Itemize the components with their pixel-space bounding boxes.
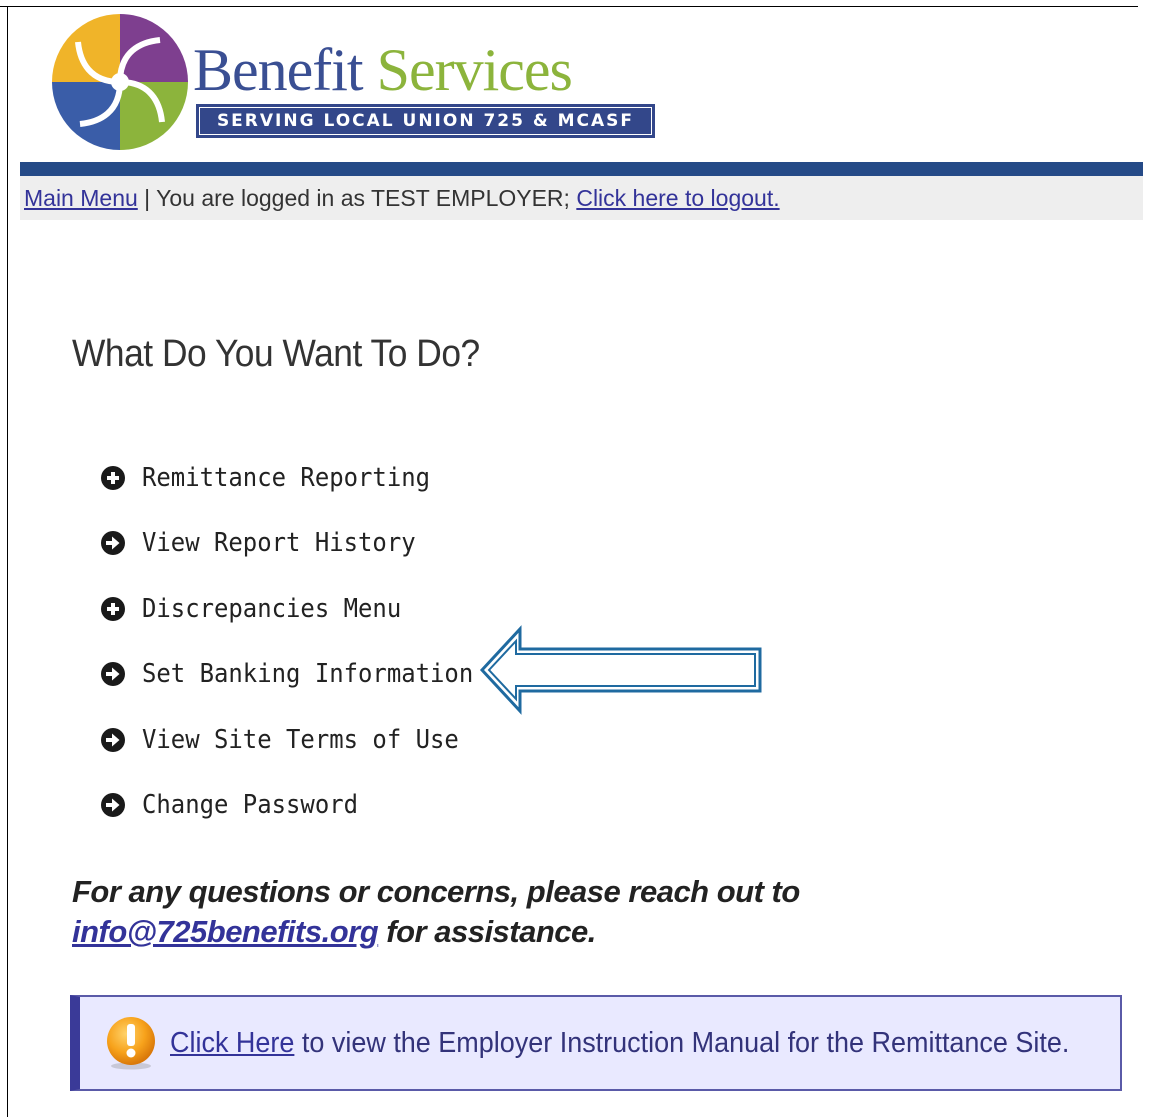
notice-text: Click Here to view the Employer Instruct…	[170, 997, 1069, 1089]
menu-item-set-banking-information[interactable]: Set Banking Information	[100, 642, 502, 708]
brand-name-part1: Benefit	[193, 37, 364, 103]
warning-exclamation-icon	[107, 1017, 155, 1070]
support-email-link[interactable]: info@725benefits.org	[72, 914, 379, 949]
plus-circle-icon	[101, 465, 125, 490]
brand-name: Benefit Services	[193, 37, 573, 103]
help-suffix: for assistance.	[378, 914, 596, 949]
brand-tagline: SERVING LOCAL UNION 725 & MCASF	[199, 107, 652, 135]
page-frame-left	[7, 6, 8, 1117]
arrow-circle-right-icon	[101, 727, 125, 752]
logout-link[interactable]: Click here to logout.	[576, 185, 779, 211]
brand-name-part2: Services	[376, 37, 573, 103]
menu-item-label: Remittance Reporting	[142, 462, 431, 493]
brand-logo: Benefit Services SERVING LOCAL UNION 725…	[50, 12, 660, 152]
menu-item-change-password[interactable]: Change Password	[100, 773, 502, 839]
status-separator: |	[137, 185, 157, 211]
logo-pinwheel-icon	[52, 14, 188, 150]
menu-item-label: Change Password	[142, 790, 359, 821]
menu-item-remittance-reporting[interactable]: Remittance Reporting	[100, 445, 502, 511]
menu-item-label: View Site Terms of Use	[142, 724, 459, 755]
instruction-manual-link[interactable]: Click Here	[170, 1027, 294, 1059]
page-title: What Do You Want To Do?	[72, 333, 480, 375]
menu-item-label: Set Banking Information	[142, 659, 474, 690]
status-bar: Main Menu | You are logged in as TEST EM…	[20, 176, 1143, 220]
menu-item-label: Discrepancies Menu	[142, 593, 402, 624]
instruction-manual-notice: Click Here to view the Employer Instruct…	[70, 995, 1122, 1091]
status-bar-content: Main Menu | You are logged in as TEST EM…	[24, 176, 780, 220]
action-menu: Remittance Reporting View Report History…	[100, 445, 502, 838]
menu-item-view-report-history[interactable]: View Report History	[100, 511, 502, 577]
help-prefix: For any questions or concerns, please re…	[72, 874, 800, 909]
menu-item-view-site-terms[interactable]: View Site Terms of Use	[100, 707, 502, 773]
menu-item-discrepancies-menu[interactable]: Discrepancies Menu	[100, 576, 502, 642]
brand-tagline-box: SERVING LOCAL UNION 725 & MCASF	[196, 104, 655, 138]
arrow-circle-right-icon	[101, 531, 125, 556]
menu-item-label: View Report History	[142, 528, 416, 559]
plus-circle-icon	[101, 596, 125, 621]
page-frame-top	[0, 6, 1138, 7]
callout-arrow-left-icon	[479, 625, 762, 715]
arrow-circle-right-icon	[101, 793, 125, 818]
help-text: For any questions or concerns, please re…	[72, 872, 1072, 952]
main-menu-link[interactable]: Main Menu	[24, 185, 138, 211]
logged-in-text: You are logged in as TEST EMPLOYER;	[156, 185, 577, 211]
arrow-circle-right-icon	[101, 662, 125, 687]
header-divider-bar	[20, 162, 1143, 176]
notice-message: to view the Employer Instruction Manual …	[294, 1027, 1070, 1059]
